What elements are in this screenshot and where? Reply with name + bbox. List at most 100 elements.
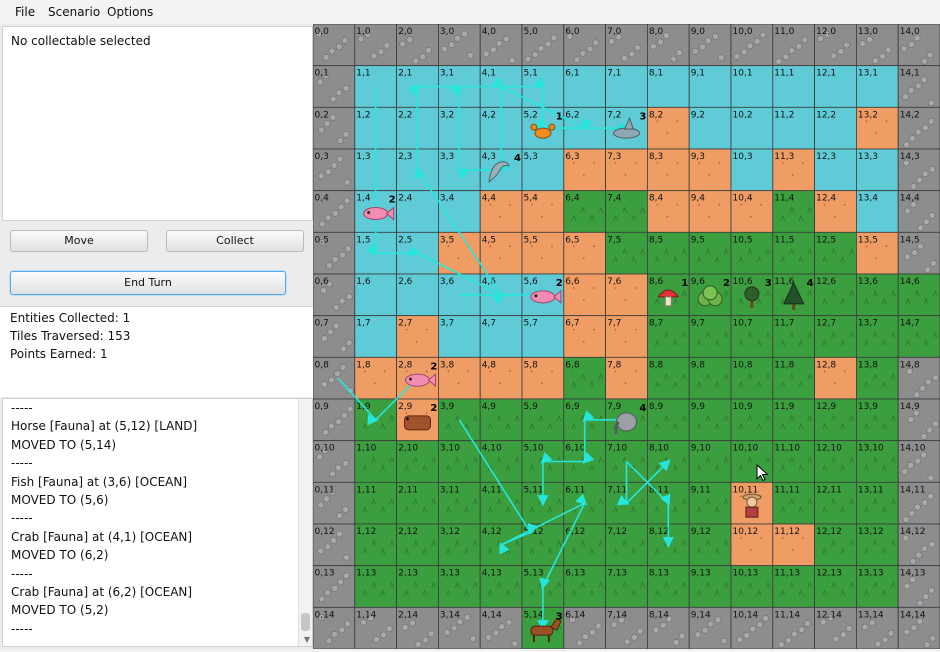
map-tile-land[interactable]: 12,12: [814, 523, 857, 567]
map-tile-land[interactable]: 9,5: [688, 231, 732, 275]
map-tile-ocean[interactable]: 11,1: [772, 65, 815, 108]
map-tile-sand[interactable]: 2,7: [396, 315, 439, 358]
map-tile-rock[interactable]: 14,9: [897, 398, 940, 442]
map-tile-ocean[interactable]: 5,7: [521, 315, 565, 358]
map-tile-sand[interactable]: 7,6: [605, 273, 648, 317]
map-tile-land[interactable]: 11,11: [772, 481, 815, 525]
map-tile-rock[interactable]: 12,14: [814, 606, 857, 650]
map-tile-sand[interactable]: 9,3: [688, 148, 732, 192]
map-tile-land[interactable]: 12,7: [814, 315, 857, 358]
map-tile-rock[interactable]: 4,14: [479, 606, 523, 650]
map-tile-rock[interactable]: 0,13: [312, 565, 356, 608]
map-tile-rock[interactable]: 0,2: [312, 106, 356, 150]
map-tile-land[interactable]: 8,5: [646, 231, 690, 275]
map-tile-rock[interactable]: 2,14: [396, 606, 439, 650]
map-tile-rock[interactable]: 14,5: [897, 231, 940, 275]
map-tile-ocean[interactable]: 2,6: [396, 273, 439, 317]
map-tile-rock[interactable]: 4,0: [479, 23, 523, 67]
map-tile-ocean[interactable]: 9,2: [688, 106, 732, 150]
map-tile-sand[interactable]: 11,3: [772, 148, 815, 192]
map-tile-ocean[interactable]: 3,7: [438, 315, 481, 358]
map-tile-sand[interactable]: 8,3: [646, 148, 690, 192]
map-tile-rock[interactable]: 0,9: [312, 398, 356, 442]
map-tile-ocean[interactable]: 12,3: [814, 148, 857, 192]
map-tile-land[interactable]: 7,12: [605, 523, 648, 567]
map-tile-rock[interactable]: 13,0: [856, 23, 899, 67]
map-tile-rock[interactable]: 0,14: [312, 606, 356, 650]
map-grid[interactable]: 0,0 1,0 2,0 3,0 4,0 5,0 6,0 7,0 8,0 9,0 10,0 11,0 12…: [312, 23, 940, 650]
map-tile-rock[interactable]: 0,5: [312, 231, 356, 275]
map-tile-rock[interactable]: 0,1: [312, 65, 356, 108]
map-tile-ocean[interactable]: 1,7: [354, 315, 397, 358]
map-tile-rock[interactable]: 0,8: [312, 356, 356, 400]
map-tile-ocean[interactable]: 13,4: [856, 190, 899, 233]
map-tile-sand[interactable]: 4,5: [479, 231, 523, 275]
map-tile-land[interactable]: 9,9: [688, 398, 732, 442]
map-tile-land[interactable]: 4,13: [479, 565, 523, 608]
map-tile-rock[interactable]: 11,14: [772, 606, 815, 650]
map-tile-land[interactable]: 11,13: [772, 565, 815, 608]
map-tile-sand[interactable]: 7,7: [605, 315, 648, 358]
map-tile-rock[interactable]: 3,14: [438, 606, 481, 650]
map-tile-land[interactable]: 3,9: [438, 398, 481, 442]
map-tile-rock[interactable]: 5,0: [521, 23, 565, 67]
map-tile-ocean[interactable]: 10,2: [730, 106, 774, 150]
map-tile-sand[interactable]: 11,12: [772, 523, 815, 567]
map-tile-ocean[interactable]: 9,1: [688, 65, 732, 108]
map-tile-sand[interactable]: 4,8: [479, 356, 523, 400]
map-tile-rock[interactable]: 7,14: [605, 606, 648, 650]
map-tile-rock[interactable]: 14,4: [897, 190, 940, 233]
map-tile-rock[interactable]: 12,0: [814, 23, 857, 67]
map-tile-land[interactable]: 8,8: [646, 356, 690, 400]
map-tile-sand[interactable]: 7,8: [605, 356, 648, 400]
map-tile-land[interactable]: 11,9: [772, 398, 815, 442]
map-tile-land[interactable]: 3,10: [438, 440, 481, 483]
map-tile-land[interactable]: 3,12: [438, 523, 481, 567]
map-tile-rock[interactable]: 0,12: [312, 523, 356, 567]
map-tile-land[interactable]: 4,9: [479, 398, 523, 442]
map-tile-land[interactable]: 7,5: [605, 231, 648, 275]
map-tile-land[interactable]: 10,10: [730, 440, 774, 483]
map-tile-rock[interactable]: 8,0: [646, 23, 690, 67]
map-tile-sand[interactable]: 4,4: [479, 190, 523, 233]
map-tile-rock[interactable]: 10,14: [730, 606, 774, 650]
map-tile-land[interactable]: 10,8: [730, 356, 774, 400]
map-tile-rock[interactable]: 0,7: [312, 315, 356, 358]
map-tile-sand[interactable]: 7,3: [605, 148, 648, 192]
map-tile-land[interactable]: 2,12: [396, 523, 439, 567]
map-tile-land[interactable]: 8,7: [646, 315, 690, 358]
map-tile-rock[interactable]: 0,11: [312, 481, 356, 525]
map-tile-sand[interactable]: 6,6: [563, 273, 607, 317]
map-tile-rock[interactable]: 0,0: [312, 23, 356, 67]
map-tile-land[interactable]: 1,12: [354, 523, 397, 567]
map-tile-sand[interactable]: 8,2: [646, 106, 690, 150]
map-tile-sand[interactable]: 5,4: [521, 190, 565, 233]
map-tile-land[interactable]: 6,8: [563, 356, 607, 400]
map-tile-ocean[interactable]: 13,1: [856, 65, 899, 108]
map-view[interactable]: 0,0 1,0 2,0 3,0 4,0 5,0 6,0 7,0 8,0 9,0 10,0 11,0 12…: [312, 23, 940, 650]
map-tile-land[interactable]: 9,13: [688, 565, 732, 608]
map-tile-ocean[interactable]: 8,1: [646, 65, 690, 108]
map-tile-rock[interactable]: 13,14: [856, 606, 899, 650]
map-tile-land[interactable]: 1,13: [354, 565, 397, 608]
map-tile-rock[interactable]: 3,0: [438, 23, 481, 67]
map-tile-rock[interactable]: 2,0: [396, 23, 439, 67]
map-tile-rock[interactable]: 11,0: [772, 23, 815, 67]
map-tile-land[interactable]: 10,5: [730, 231, 774, 275]
map-tile-rock[interactable]: 14,12: [897, 523, 940, 567]
map-tile-rock[interactable]: 6,14: [563, 606, 607, 650]
map-tile-land[interactable]: 1,11: [354, 481, 397, 525]
map-tile-land[interactable]: 13,13: [856, 565, 899, 608]
map-tile-land[interactable]: 6,4: [563, 190, 607, 233]
move-button[interactable]: Move: [10, 230, 148, 252]
map-tile-land[interactable]: 14,7: [897, 315, 940, 358]
log-scrollbar[interactable]: ▼: [298, 399, 312, 646]
map-tile-land[interactable]: 3,11: [438, 481, 481, 525]
map-tile-land[interactable]: 8,13: [646, 565, 690, 608]
map-tile-sand[interactable]: 6,7: [563, 315, 607, 358]
map-tile-rock[interactable]: 8,14: [646, 606, 690, 650]
map-tile-land[interactable]: 6,12: [563, 523, 607, 567]
map-tile-sand[interactable]: 12,4: [814, 190, 857, 233]
map-tile-land[interactable]: 2,11: [396, 481, 439, 525]
map-tile-ocean[interactable]: 6,1: [563, 65, 607, 108]
